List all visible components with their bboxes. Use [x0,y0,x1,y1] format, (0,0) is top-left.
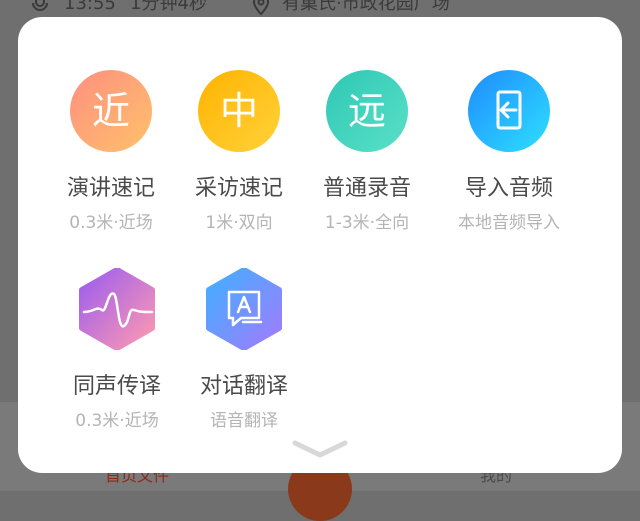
option-subtitle: 语音翻译 [210,411,278,431]
microphone-icon [32,0,48,11]
option-label: 同声传译 [72,374,161,399]
option-interview-shorthand[interactable]: 中 采访速记 1米·双向 [169,70,309,233]
option-label: 采访速记 [194,176,283,201]
option-label: 对话翻译 [199,374,288,399]
chevron-down-icon[interactable] [289,437,351,461]
mid-field-icon: 中 [198,70,280,152]
option-label: 演讲速记 [66,176,155,201]
recording-mode-sheet: 近 演讲速记 0.3米·近场 中 采访速记 1米·双向 远 普通录音 1-3米·… [18,17,622,473]
far-glyph: 远 [348,89,386,133]
near-field-icon: 近 [70,70,152,152]
option-normal-recording[interactable]: 远 普通录音 1-3米·全向 [297,70,437,233]
option-subtitle: 本地音频导入 [458,213,560,233]
option-subtitle: 1-3米·全向 [324,213,410,233]
recording-location: 有巢氏·市政花园广场 [282,0,450,14]
option-subtitle: 1米·双向 [205,213,273,233]
option-speech-shorthand[interactable]: 近 演讲速记 0.3米·近场 [41,70,181,233]
waveform-icon [76,268,158,350]
option-subtitle: 0.3米·近场 [75,411,159,431]
option-subtitle: 0.3米·近场 [69,213,153,233]
option-label: 导入音频 [464,176,553,201]
location-pin-icon [252,0,270,16]
recording-duration: 1分钟4秒 [130,0,207,14]
far-field-icon: 远 [326,70,408,152]
option-label: 普通录音 [322,176,411,201]
near-glyph: 近 [92,89,130,133]
import-icon [468,70,550,152]
mid-glyph: 中 [220,89,258,133]
recording-time: 13:55 [64,0,116,14]
translate-chat-icon [203,268,285,350]
option-import-audio[interactable]: 导入音频 本地音频导入 [439,70,579,233]
option-dialogue-translation[interactable]: 对话翻译 语音翻译 [174,268,314,431]
option-simultaneous-interpretation[interactable]: 同声传译 0.3米·近场 [47,268,187,431]
